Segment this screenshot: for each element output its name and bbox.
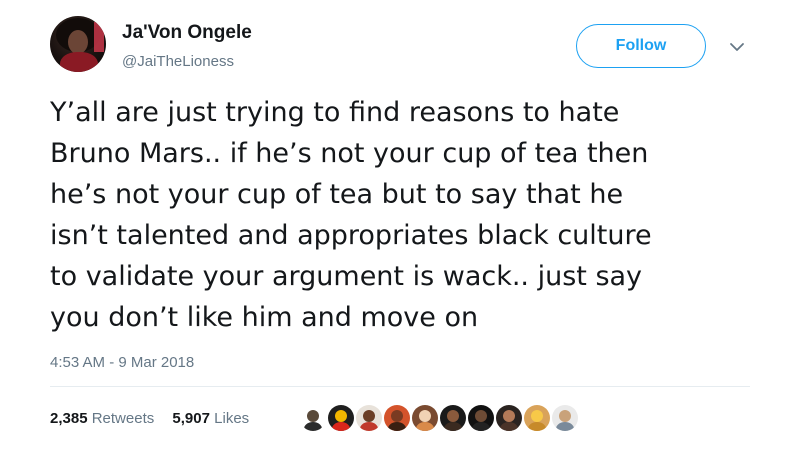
avatar-face (68, 30, 88, 54)
liker-avatar-4[interactable] (384, 405, 410, 431)
tweet-text-line: you don’t like him and move on (50, 302, 479, 333)
liker-avatar-head (503, 410, 515, 422)
tweet-timestamp[interactable]: 4:53 AM - 9 Mar 2018 (50, 354, 194, 371)
likes-count: 5,907 (172, 410, 210, 427)
liker-avatar-body (500, 422, 518, 431)
liker-avatar-head (447, 410, 459, 422)
liker-avatar-body (472, 422, 490, 431)
likes-stat[interactable]: 5,907 Likes (172, 410, 249, 427)
tweet-text-line: Y’all are just trying to find reasons to… (50, 97, 620, 128)
liker-avatar-body (444, 422, 462, 431)
likes-label: Likes (214, 410, 250, 427)
liker-avatar-head (475, 410, 487, 422)
liker-avatar-8[interactable] (496, 405, 522, 431)
liker-avatar-head (335, 410, 347, 422)
divider (50, 386, 750, 387)
liker-avatar-body (528, 422, 546, 431)
liker-avatar-body (332, 422, 350, 431)
liker-avatar-1[interactable] (300, 405, 326, 431)
liker-avatar-10[interactable] (552, 405, 578, 431)
liker-avatar-7[interactable] (468, 405, 494, 431)
retweets-stat[interactable]: 2,385 Retweets (50, 410, 154, 427)
tweet-stats: 2,385 Retweets 5,907 Likes (50, 410, 263, 427)
liker-avatar-body (304, 422, 322, 431)
liker-avatar-head (307, 410, 319, 422)
liker-avatar-head (419, 410, 431, 422)
tweet-text-line: to validate your argument is wack.. just… (50, 261, 643, 292)
follow-button[interactable]: Follow (576, 24, 706, 68)
liker-avatar-head (363, 410, 375, 422)
liker-avatar-3[interactable] (356, 405, 382, 431)
tweet-text-line: Bruno Mars.. if he’s not your cup of tea… (50, 138, 649, 169)
liker-avatar-head (559, 410, 571, 422)
liker-avatars (300, 405, 580, 433)
retweets-label: Retweets (91, 410, 155, 427)
liker-avatar-body (388, 422, 406, 431)
tweet-text-line: isn’t talented and appropriates black cu… (50, 220, 652, 251)
tweet-text-line: he’s not your cup of tea but to say that… (50, 179, 624, 210)
user-handle[interactable]: @JaiTheLioness (122, 53, 234, 70)
tweet-text: Y’all are just trying to find reasons to… (50, 92, 770, 338)
liker-avatar-head (531, 410, 543, 422)
liker-avatar-body (556, 422, 574, 431)
user-avatar[interactable] (50, 16, 106, 72)
liker-avatar-9[interactable] (524, 405, 550, 431)
avatar-clothing (60, 52, 98, 72)
chevron-down-icon[interactable] (728, 40, 746, 54)
avatar-accent (94, 22, 104, 52)
liker-avatar-2[interactable] (328, 405, 354, 431)
liker-avatar-head (391, 410, 403, 422)
tweet-card: Ja'Von Ongele @JaiTheLioness Follow Y’al… (0, 0, 800, 450)
liker-avatar-5[interactable] (412, 405, 438, 431)
display-name[interactable]: Ja'Von Ongele (122, 22, 252, 44)
liker-avatar-body (360, 422, 378, 431)
liker-avatar-body (416, 422, 434, 431)
retweets-count: 2,385 (50, 410, 88, 427)
liker-avatar-6[interactable] (440, 405, 466, 431)
